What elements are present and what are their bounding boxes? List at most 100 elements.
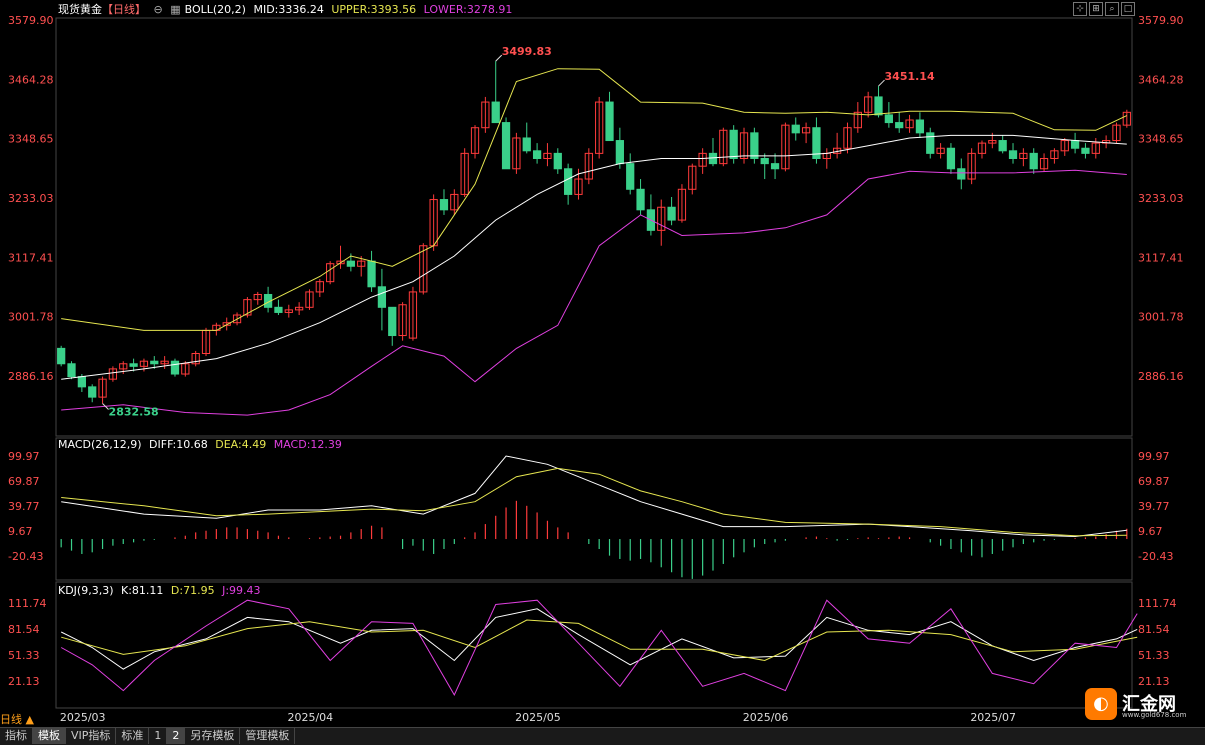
macd-ytick-left: 9.67 [8,525,33,538]
candle-body [605,101,614,142]
kdj-k: K:81.11 [121,584,164,597]
kdj-ytick-right: 21.13 [1138,675,1170,688]
candle-body [760,158,769,165]
price-annotation: 3499.83 [502,45,552,58]
price-ytick-left: 3001.78 [8,311,54,324]
candle-body [532,150,542,160]
candle-body [491,101,500,124]
candle-body [1070,140,1080,149]
candle-body [626,163,635,190]
macd-ytick-left: 69.87 [8,475,40,488]
crosshair-icon[interactable]: ⊹ [1073,2,1087,16]
candle-body [1081,147,1090,154]
tab-manage-templates[interactable]: 管理模板 [240,728,296,744]
kdj-d: D:71.95 [170,584,215,597]
kdj-ytick-left: 81.54 [8,623,40,636]
kdj-ytick-right: 51.33 [1138,649,1170,662]
boll-mid: MID:3336.24 [253,3,324,16]
bottom-tab-bar: 指标 模板 VIP指标 标准 1 2 另存模板 管理模板 [0,727,1205,745]
macd-dea-line [61,467,1127,537]
macd-panel-frame [55,437,1133,581]
macd-ytick-right: 69.87 [1138,475,1170,488]
kdj-ytick-left: 51.33 [8,649,40,662]
candle-body [553,152,562,170]
main-header: 现货黄金【日线】 ⊖ ▦ BOLL(20,2) MID:3336.24 UPPER… [58,2,516,18]
boll-upper-line [61,68,1128,331]
macd-dea: DEA:4.49 [215,438,267,451]
instrument-title: 现货黄金 [58,3,102,16]
kdj-ytick-right: 111.74 [1138,597,1177,610]
macd-diff-line [61,455,1127,538]
macd-header: MACD(26,12,9) DIFF:10.68 DEA:4.49 MACD:1… [58,437,346,453]
logo-icon: ◐ [1085,688,1117,720]
price-ytick-right: 2886.16 [1138,370,1184,383]
kdj-k-line [60,608,1138,670]
tab-templates[interactable]: 模板 [33,728,66,744]
candle-body [1029,152,1038,170]
boll-name: BOLL(20,2) [184,3,246,16]
tab-indicators[interactable]: 指标 [0,728,33,744]
grid-icon[interactable]: ⊞ [1089,2,1103,16]
kdj-name: KDJ(9,3,3) [58,584,114,597]
candle-body [88,386,97,398]
kdj-panel-frame [55,581,1133,709]
price-ytick-left: 3348.65 [8,133,54,146]
candle-body [501,122,511,170]
kdj-d-line [61,619,1138,662]
macd-value: MACD:12.39 [273,438,342,451]
candle-body [346,260,355,267]
period-tag[interactable]: 【日线】 [102,3,146,16]
price-ytick-left: 3464.28 [8,73,54,86]
candle-body [874,96,883,116]
x-tick-label: 2025/04 [287,711,333,724]
tab-save-template[interactable]: 另存模板 [185,728,241,744]
candle-body [915,119,925,134]
candle-body [895,122,904,129]
candle-body [57,347,66,365]
macd-diff: DIFF:10.68 [149,438,208,451]
main-panel-frame [55,17,1133,437]
kdj-ytick-left: 21.13 [8,675,40,688]
price-ytick-left: 3117.41 [8,251,54,264]
tab-1[interactable]: 1 [149,728,168,744]
period-label[interactable]: 日线 ▲ [0,711,34,727]
candle-body [667,206,676,221]
price-ytick-right: 3117.41 [1138,251,1184,264]
kdj-ytick-right: 81.54 [1138,623,1170,636]
macd-ytick-left: 39.77 [8,500,40,513]
kdj-j-line [60,599,1138,696]
kdj-j: J:99.43 [222,584,261,597]
candle-body [170,360,180,375]
candle-body [636,188,645,211]
price-annotation: 3451.14 [885,70,935,83]
price-ytick-left: 3233.03 [8,192,54,205]
x-tick-label: 2025/07 [970,711,1016,724]
boll-lower: LOWER:3278.91 [423,3,513,16]
tab-2[interactable]: 2 [167,728,186,744]
candle-body [564,168,573,195]
candle-body [377,286,387,308]
candle-body [77,376,86,388]
candle-body [439,199,449,211]
candle-body [67,363,76,378]
window-icon[interactable]: □ [1121,2,1135,16]
candle-body [946,147,956,170]
price-annotation: 2832.58 [109,405,159,418]
tab-standard[interactable]: 标准 [116,728,150,744]
candle-body [1008,150,1018,160]
candle-body [884,114,893,124]
candle-body [150,360,159,365]
x-tick-label: 2025/06 [743,711,789,724]
price-ytick-right: 3233.03 [1138,192,1184,205]
zoom-icon[interactable]: ⌕ [1105,2,1119,16]
boll-upper: UPPER:3393.56 [331,3,417,16]
collapse-icon[interactable]: ⊖ [154,3,163,16]
macd-ytick-right: 99.97 [1138,450,1170,463]
candle-body [926,132,935,154]
macd-ytick-left: 99.97 [8,450,40,463]
price-ytick-left: 2886.16 [8,370,54,383]
macd-ytick-right: -20.43 [1138,550,1173,563]
tab-vip-indicators[interactable]: VIP指标 [66,728,117,744]
candle-body [998,140,1007,152]
price-ytick-right: 3579.90 [1138,14,1184,27]
